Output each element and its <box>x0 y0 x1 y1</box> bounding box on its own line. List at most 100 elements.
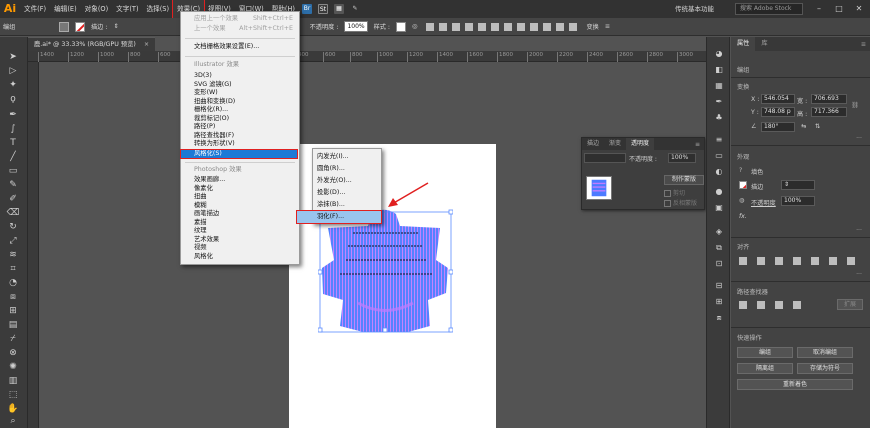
appearance-icon[interactable]: ● <box>713 187 725 197</box>
effect-distort-transform-item[interactable]: 扭曲和变换(D) <box>181 98 299 106</box>
opacity-input[interactable]: 100% <box>668 153 696 163</box>
horizontal-ruler[interactable]: 1400 1200 1000 800 600 400 200 0 200 400… <box>28 51 706 62</box>
panel-menu-icon[interactable]: ≡ <box>695 141 704 148</box>
flip-vertical-icon[interactable]: ⇅ <box>815 123 820 130</box>
menu-object[interactable]: 对象(O) <box>81 0 113 18</box>
brushes-icon[interactable]: ✒ <box>713 97 725 107</box>
stroke-panel-icon[interactable]: ≡ <box>713 135 725 145</box>
opacity-input[interactable]: 100% <box>344 21 368 32</box>
artwork-group[interactable] <box>318 208 453 334</box>
make-mask-button[interactable]: 制作蒙版 <box>664 175 704 185</box>
menu-select[interactable]: 选择(S) <box>143 0 174 18</box>
fill-swatch[interactable] <box>56 21 72 32</box>
symbols-icon[interactable]: ♣ <box>713 113 725 123</box>
unite-icon[interactable] <box>739 301 747 309</box>
align-left-icon[interactable] <box>426 22 435 31</box>
distribute-left-icon[interactable] <box>543 22 552 31</box>
maximize-icon[interactable]: □ <box>830 0 848 18</box>
shape-builder-icon[interactable]: ◔ <box>6 277 20 289</box>
ps-artistic-item[interactable]: 艺术效果 <box>181 236 299 244</box>
selection-handle[interactable] <box>318 269 323 275</box>
save-as-symbol-button[interactable]: 存储为符号 <box>797 363 853 374</box>
align-top-icon[interactable] <box>465 22 474 31</box>
transform-link[interactable]: 变换 <box>583 22 601 31</box>
align-more-icon[interactable]: ··· <box>856 271 862 278</box>
scribble-item[interactable]: 涂抹(B)... <box>313 199 381 211</box>
selection-handle[interactable] <box>382 327 388 333</box>
tab-properties[interactable]: 属性 <box>731 37 756 51</box>
rotate-input[interactable]: 180° <box>761 122 795 132</box>
drop-shadow-item[interactable]: 投影(D)... <box>313 187 381 199</box>
ungroup-button[interactable]: 取消编组 <box>797 347 853 358</box>
stroke-weight-input[interactable]: ⇕ <box>781 180 815 190</box>
inner-glow-item[interactable]: 内发光(I)... <box>313 151 381 163</box>
selection-handle[interactable] <box>318 327 323 333</box>
ps-effect-gallery-item[interactable]: 效果画廊... <box>181 176 299 184</box>
eyedropper-icon[interactable]: ⌿ <box>6 333 20 345</box>
opacity-input[interactable]: 100% <box>781 196 815 206</box>
artboards-icon[interactable]: ⧉ <box>713 243 725 253</box>
object-thumbnail[interactable] <box>586 176 612 200</box>
stroke-weight-stepper[interactable]: ⇕ <box>110 23 121 30</box>
pathfinder-expand-button[interactable]: 扩展 <box>837 299 863 310</box>
symbol-sprayer-icon[interactable]: ✺ <box>6 361 20 373</box>
transform-more-icon[interactable]: ··· <box>856 135 862 142</box>
tab-transparency[interactable]: 透明度 <box>626 138 655 150</box>
align-right-icon[interactable] <box>452 22 461 31</box>
align-to-icon[interactable] <box>739 257 747 265</box>
align-right-icon[interactable] <box>792 257 801 265</box>
tab-stroke[interactable]: 描边 <box>582 138 604 150</box>
bridge-icon[interactable]: Br <box>302 4 313 14</box>
swatches-icon[interactable]: ▦ <box>713 81 725 91</box>
minimize-icon[interactable]: – <box>810 0 828 18</box>
align-panel-icon[interactable]: ⊟ <box>713 281 725 291</box>
more-options-icon[interactable]: ≡ <box>602 23 613 30</box>
curvature-icon[interactable]: ∫ <box>6 123 20 135</box>
selection-tool-icon[interactable]: ➤ <box>6 51 20 63</box>
blob-brush-icon[interactable]: ✐ <box>6 193 20 205</box>
effect-crop-marks-item[interactable]: 裁剪标记(O) <box>181 115 299 123</box>
group-button[interactable]: 编组 <box>737 347 793 358</box>
feather-item[interactable]: 羽化(F)... <box>296 210 382 224</box>
ps-sketch-item[interactable]: 素描 <box>181 219 299 227</box>
tab-libraries[interactable]: 库 <box>755 37 773 51</box>
warp-tool-icon[interactable]: ≋ <box>6 249 20 261</box>
hand-tool-icon[interactable]: ✋ <box>6 403 20 415</box>
ps-distort-item[interactable]: 扭曲 <box>181 193 299 201</box>
appearance-more-icon[interactable]: ··· <box>856 227 862 234</box>
align-top-icon[interactable] <box>810 257 819 265</box>
gradient-panel-icon[interactable]: ▭ <box>713 151 725 161</box>
stock-search-input[interactable]: 搜索 Adobe Stock <box>735 3 803 15</box>
ps-blur-item[interactable]: 模糊 <box>181 202 299 210</box>
clip-checkbox[interactable]: 剪切 <box>664 188 685 197</box>
selection-handle[interactable] <box>448 327 453 333</box>
lasso-icon[interactable]: ϙ <box>6 93 20 105</box>
rectangle-tool-icon[interactable]: ▭ <box>6 165 20 177</box>
align-bottom-icon[interactable] <box>491 22 500 31</box>
type-tool-icon[interactable]: T <box>6 137 20 149</box>
zoom-tool-icon[interactable]: ⌕ <box>6 415 20 427</box>
fx-button[interactable]: fx. <box>739 213 747 220</box>
stroke-swatch[interactable] <box>739 181 747 189</box>
artboard-tool-icon[interactable]: ⬚ <box>6 389 20 401</box>
ps-stylize-item[interactable]: 风格化 <box>181 253 299 261</box>
panel-menu-icon[interactable]: ≡ <box>861 41 870 48</box>
layers-icon[interactable]: ◈ <box>713 227 725 237</box>
color-guide-icon[interactable]: ◧ <box>713 65 725 75</box>
align-hcenter-icon[interactable] <box>774 257 783 265</box>
align-left-icon[interactable] <box>756 257 765 265</box>
align-vcenter-icon[interactable] <box>828 257 837 265</box>
stock-icon[interactable]: St <box>318 4 329 14</box>
x-input[interactable]: 546.054 <box>761 94 795 104</box>
layout-grid-icon[interactable]: ▦ <box>334 4 345 14</box>
free-transform-icon[interactable]: ⌗ <box>6 263 20 275</box>
menu-type[interactable]: 文字(T) <box>112 0 142 18</box>
constrain-proportions-icon[interactable]: ⛓ <box>851 101 859 109</box>
minus-front-icon[interactable] <box>756 301 765 309</box>
effect-warp-item[interactable]: 变形(W) <box>181 89 299 97</box>
align-bottom-icon[interactable] <box>846 257 855 265</box>
perspective-grid-icon[interactable]: ⧈ <box>6 291 20 303</box>
effect-pathfinder-item[interactable]: 路径查找器(F) <box>181 132 299 140</box>
recolor-button[interactable]: 重新着色 <box>737 379 853 390</box>
flip-horizontal-icon[interactable]: ⇆ <box>801 123 806 130</box>
